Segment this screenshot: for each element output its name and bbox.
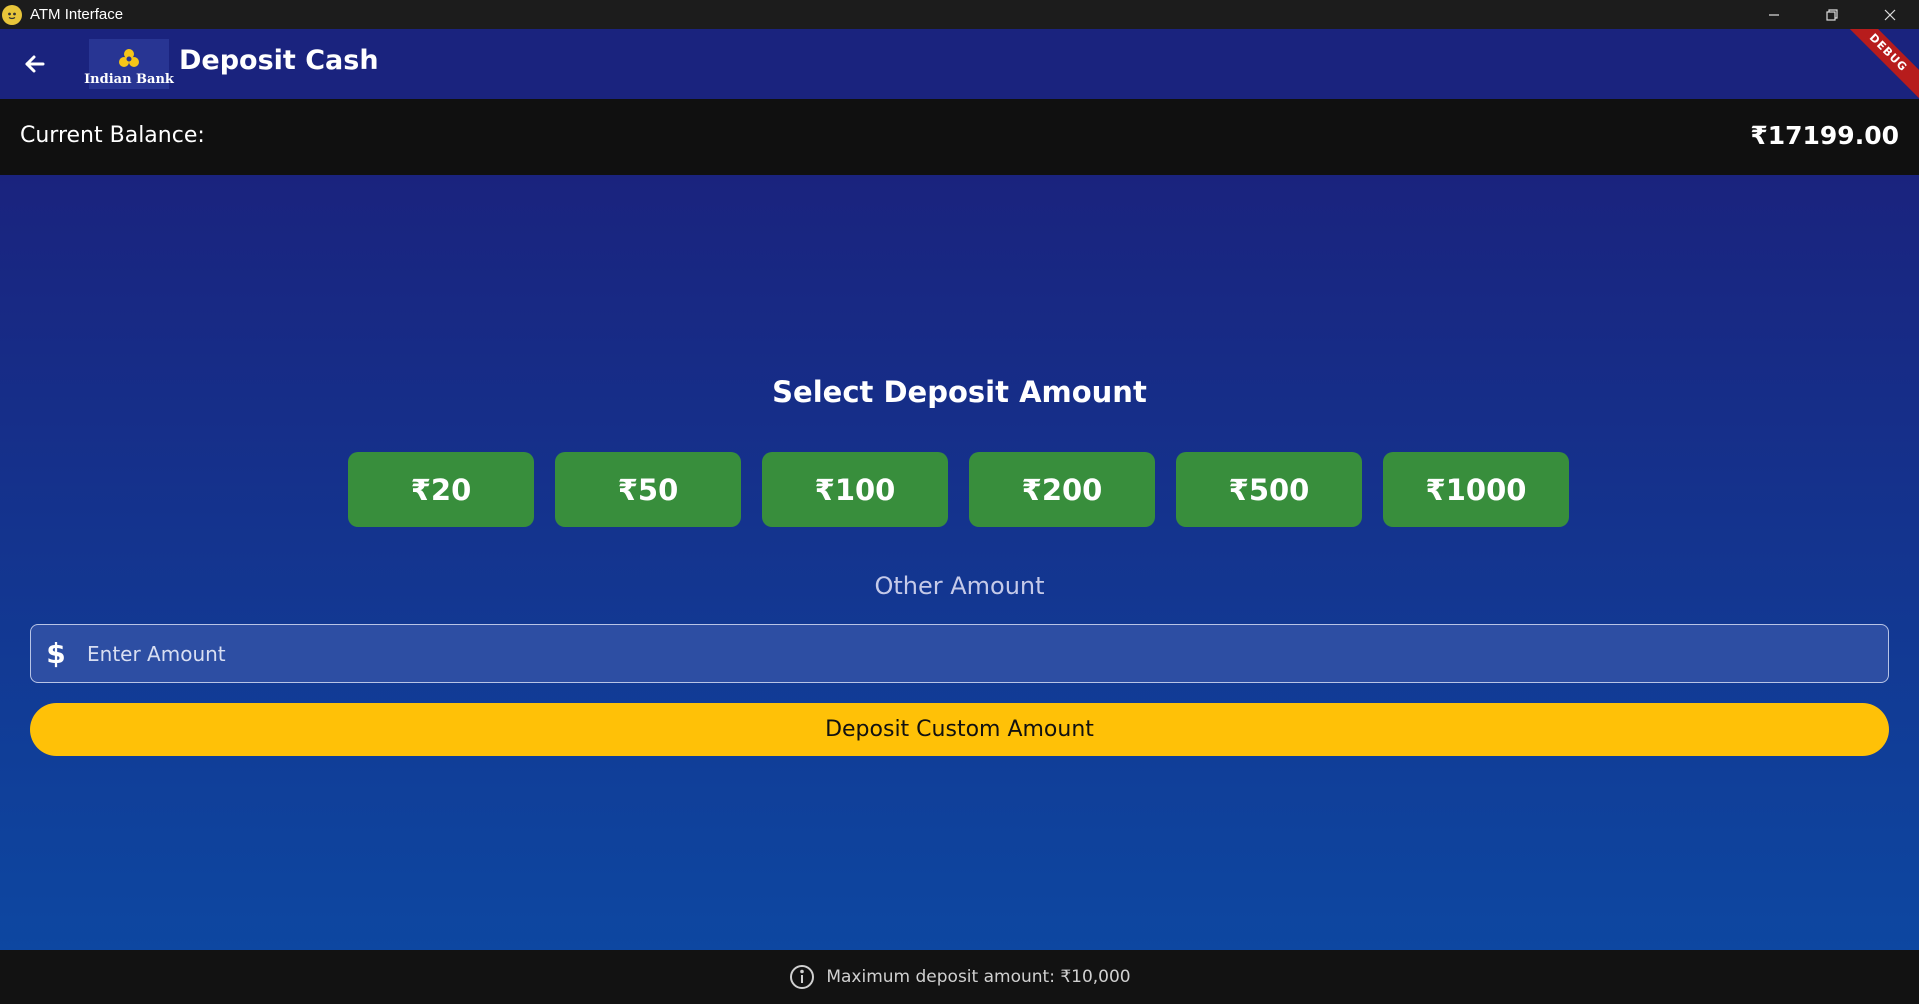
amount-button-20[interactable]: ₹20 [348,452,534,527]
balance-bar: Current Balance: ₹17199.00 [0,99,1919,175]
debug-banner: DEBUG [1834,29,1919,99]
amount-button-100[interactable]: ₹100 [762,452,948,527]
restore-button[interactable] [1803,0,1861,29]
amount-button-500[interactable]: ₹500 [1176,452,1362,527]
app-bar: Indian Bank Deposit Cash DEBUG [0,29,1919,99]
close-button[interactable] [1861,0,1919,29]
amount-field[interactable]: $ [30,624,1889,683]
minimize-button[interactable] [1745,0,1803,29]
dollar-icon: $ [46,637,66,670]
amount-button-50[interactable]: ₹50 [555,452,741,527]
max-deposit-note: Maximum deposit amount: ₹10,000 [826,967,1131,987]
back-button[interactable] [18,47,52,81]
balance-label: Current Balance: [20,123,205,148]
bank-logo: Indian Bank [84,39,174,89]
amount-buttons: ₹20 ₹50 ₹100 ₹200 ₹500 ₹1000 [348,452,1569,527]
balance-value: ₹17199.00 [1750,121,1899,150]
deposit-panel: Select Deposit Amount ₹20 ₹50 ₹100 ₹200 … [0,175,1919,950]
window-titlebar: ATM Interface [0,0,1919,29]
window-title: ATM Interface [30,6,124,23]
info-icon [790,965,815,989]
arrow-left-icon [25,55,45,73]
other-amount-label: Other Amount [874,572,1045,600]
app-icon [2,4,22,25]
amount-input[interactable] [81,641,1888,666]
amount-button-200[interactable]: ₹200 [969,452,1155,527]
bank-emblem-icon [119,49,139,67]
footer: Maximum deposit amount: ₹10,000 [0,950,1919,1004]
deposit-custom-amount-button[interactable]: Deposit Custom Amount [30,703,1889,756]
section-title: Select Deposit Amount [772,375,1147,409]
page-title: Deposit Cash [179,45,379,76]
amount-button-1000[interactable]: ₹1000 [1383,452,1569,527]
bank-name: Indian Bank [84,72,174,87]
